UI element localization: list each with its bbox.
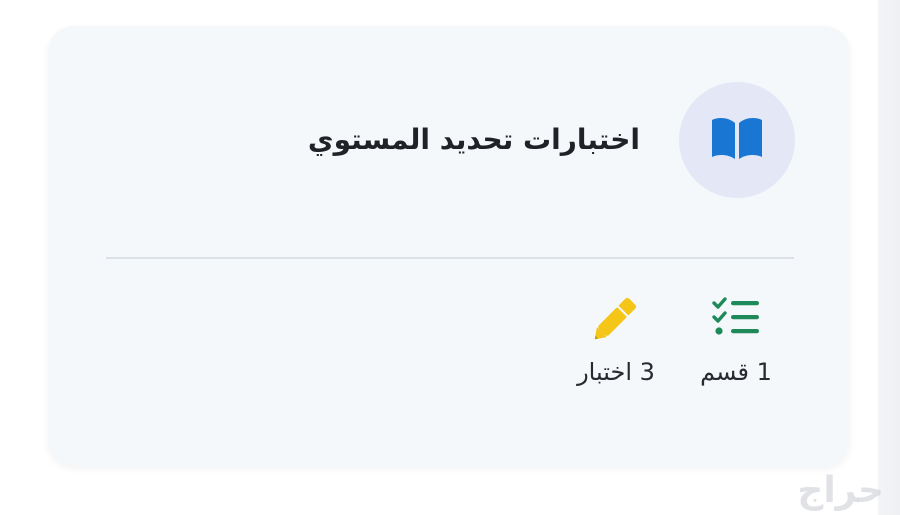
window-edge xyxy=(878,0,900,515)
pencil-icon xyxy=(590,292,642,344)
card-header: اختبارات تحديد المستوي xyxy=(48,26,850,258)
sections-label: 1 قسم xyxy=(700,358,772,386)
checklist-icon xyxy=(710,292,762,344)
divider xyxy=(106,257,794,259)
open-book-icon xyxy=(712,118,762,159)
watermark-logo: حراج xyxy=(797,470,884,511)
sections-count: 1 قسم xyxy=(688,292,784,384)
card-icon-badge xyxy=(679,82,795,198)
card-title: اختبارات تحديد المستوي xyxy=(307,123,640,156)
tests-label: 3 اختبار xyxy=(577,358,655,386)
tests-count: 3 اختبار xyxy=(566,292,666,384)
placement-tests-card[interactable]: اختبارات تحديد المستوي 1 قسم 3 اختبار xyxy=(48,26,850,466)
